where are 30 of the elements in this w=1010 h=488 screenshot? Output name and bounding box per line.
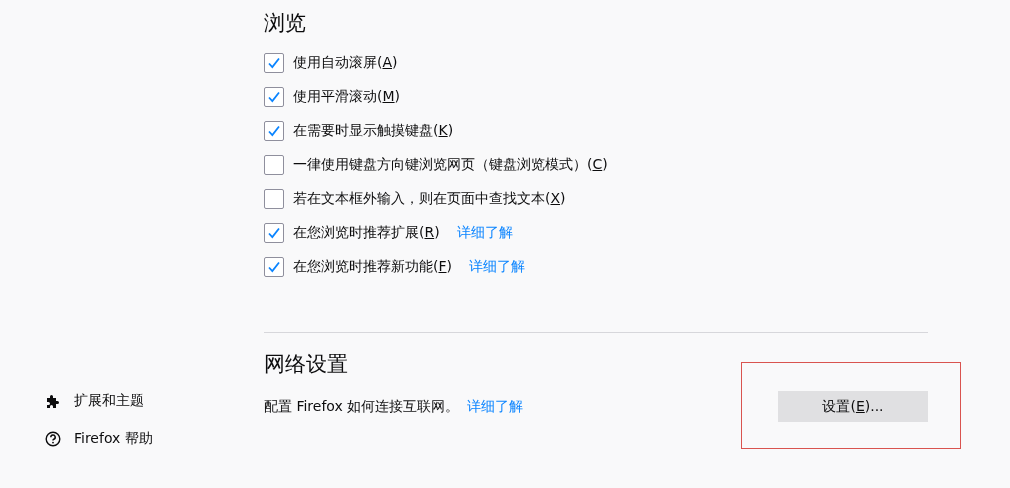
option-label: 使用平滑滚动(M) — [293, 88, 401, 106]
option-label: 在需要时显示触摸键盘(K) — [293, 122, 454, 140]
check-icon — [267, 90, 281, 104]
option-label: 在您浏览时推荐扩展(R) — [293, 224, 440, 242]
checkbox[interactable] — [264, 223, 284, 243]
option-label: 一律使用键盘方向键浏览网页（键盘浏览模式）(C) — [293, 156, 608, 174]
checkbox[interactable] — [264, 53, 284, 73]
option-label: 若在文本框外输入，则在页面中查找文本(X) — [293, 190, 566, 208]
option-label: 在您浏览时推荐新功能(F) — [293, 258, 452, 276]
checkbox[interactable] — [264, 87, 284, 107]
learn-more-link[interactable]: 详细了解 — [467, 397, 524, 414]
learn-more-link[interactable]: 详细了解 — [469, 258, 525, 276]
checkbox[interactable] — [264, 189, 284, 209]
check-icon — [267, 56, 281, 70]
option-label: 使用自动滚屏(A) — [293, 54, 398, 72]
puzzle-icon — [45, 393, 61, 409]
checkbox[interactable] — [264, 257, 284, 277]
sidebar-item[interactable]: Firefox 帮助 — [45, 420, 264, 458]
section-heading: 浏览 — [264, 10, 306, 37]
settings-button[interactable]: 设置(E)... — [778, 391, 928, 422]
section-heading: 网络设置 — [264, 351, 348, 378]
sidebar-item[interactable]: 扩展和主题 — [45, 382, 264, 420]
check-icon — [267, 226, 281, 240]
help-icon — [45, 431, 61, 447]
checkbox[interactable] — [264, 121, 284, 141]
check-icon — [267, 124, 281, 138]
learn-more-link[interactable]: 详细了解 — [456, 224, 513, 242]
checkbox[interactable] — [264, 155, 284, 175]
description-text: 配置 Firefox 如何连接互联网。 — [264, 397, 460, 414]
check-icon — [267, 260, 281, 274]
